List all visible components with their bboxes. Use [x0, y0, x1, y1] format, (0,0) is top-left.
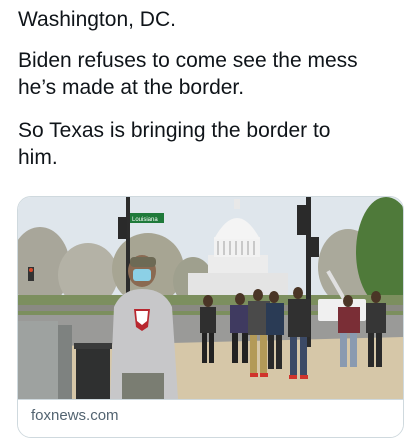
sign-pole [126, 197, 130, 307]
traffic-light-right [297, 205, 307, 235]
trash-can [76, 347, 110, 399]
tweet-text-line-3: he’s made at the border. [18, 76, 245, 99]
tweet-text-line-2: Biden refuses to come see the mess [18, 49, 358, 72]
link-preview-footer[interactable]: foxnews.com [18, 399, 403, 437]
link-preview-card[interactable]: Louisiana foxnews.com [17, 196, 404, 438]
tweet-text-line-4: So Texas is bringing the border to [18, 119, 331, 142]
tweet-text-line-1: Washington, DC. [18, 8, 176, 31]
utility-box [18, 321, 58, 399]
street-sign-text: Louisiana [132, 217, 158, 223]
traffic-light-left [118, 217, 127, 239]
link-domain[interactable]: foxnews.com [31, 407, 119, 424]
tweet-text-line-5: him. [18, 146, 58, 169]
link-preview-image[interactable]: Louisiana [18, 197, 403, 399]
